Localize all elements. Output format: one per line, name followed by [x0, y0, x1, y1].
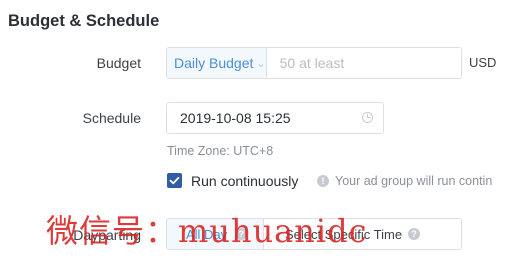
- section-title: Budget & Schedule: [8, 12, 160, 30]
- run-continuously-hint: Your ad group will run contin: [335, 174, 493, 188]
- budget-type-select[interactable]: Daily Budget ⌄: [167, 48, 267, 78]
- info-icon: !: [317, 175, 329, 187]
- info-icon: ?: [408, 228, 421, 240]
- timezone-text: Time Zone: UTC+8: [167, 144, 274, 158]
- chevron-down-icon: ⌄: [256, 57, 266, 70]
- budget-input-group: Daily Budget ⌄: [166, 47, 462, 79]
- budget-amount-input[interactable]: [266, 48, 461, 78]
- clock-icon: [362, 112, 373, 123]
- run-continuously-label[interactable]: Run continuously: [191, 173, 298, 189]
- schedule-label: Schedule: [82, 110, 141, 126]
- check-icon: [169, 176, 180, 185]
- run-continuously-checkbox[interactable]: [167, 173, 182, 188]
- start-datetime-value: 2019-10-08 15:25: [180, 110, 291, 126]
- budget-label: Budget: [96, 55, 141, 71]
- watermark-text: 微信号：muhuanidc: [46, 212, 368, 250]
- start-datetime-picker[interactable]: 2019-10-08 15:25: [166, 102, 384, 134]
- budget-type-value: Daily Budget: [174, 55, 254, 71]
- currency-label: USD: [469, 55, 497, 70]
